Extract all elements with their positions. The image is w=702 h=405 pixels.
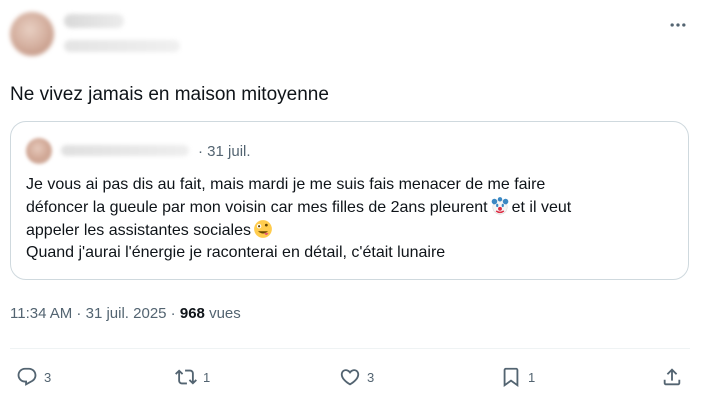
retweet-count: 1 — [203, 369, 211, 385]
like-count: 3 — [367, 369, 375, 385]
views-label: vues — [209, 305, 241, 322]
quote-date[interactable]: · 31 juil. — [198, 143, 251, 160]
avatar[interactable] — [10, 12, 54, 56]
tweet: Ne vivez jamais en maison mitoyenne · 31… — [0, 0, 702, 405]
quote-author[interactable] — [61, 145, 189, 156]
zany-face-emoji — [254, 220, 272, 238]
author-name[interactable] — [64, 14, 124, 28]
retweet-icon — [175, 369, 197, 385]
bookmark-count: 1 — [528, 369, 536, 385]
quote-avatar[interactable] — [26, 138, 52, 164]
tweet-date[interactable]: 31 juil. 2025 — [86, 305, 167, 322]
meta-separator: · — [72, 305, 86, 322]
share-icon — [663, 368, 681, 386]
divider — [10, 348, 690, 349]
heart-icon — [340, 369, 360, 386]
retweet-button[interactable]: 1 — [175, 363, 210, 391]
views-count: 968 — [179, 305, 205, 322]
quote-text: Je vous ai pas dis au fait, mais mardi j… — [26, 174, 676, 264]
quote-line-3-text: appeler les assistantes sociales — [26, 222, 252, 239]
author-handle[interactable] — [64, 40, 180, 52]
tweet-text: Ne vivez jamais en maison mitoyenne — [10, 84, 329, 105]
meta-separator: · — [166, 305, 180, 322]
quote-line-2-start: défoncer la gueule par mon voisin car me… — [26, 199, 488, 216]
clown-face-emoji — [491, 197, 508, 215]
quoted-tweet[interactable]: · 31 juil. Je vous ai pas dis au fait, m… — [10, 121, 689, 280]
bookmark-icon — [503, 367, 519, 388]
more-horizontal-icon[interactable] — [663, 14, 693, 36]
reply-icon — [17, 367, 37, 386]
tweet-meta: 11:34 AM · 31 juil. 2025 · 968 vues — [10, 305, 241, 322]
share-button[interactable] — [661, 363, 683, 391]
reply-count: 3 — [44, 369, 52, 385]
quote-line-3: appeler les assistantes sociales — [26, 219, 676, 242]
reply-button[interactable]: 3 — [16, 363, 51, 391]
like-button[interactable]: 3 — [339, 363, 374, 391]
quote-line-2-end: et il veut — [511, 199, 572, 216]
quote-line-1: Je vous ai pas dis au fait, mais mardi j… — [26, 176, 546, 193]
quote-line-4: Quand j'aurai l'énergie je raconterai en… — [26, 244, 446, 261]
tweet-time[interactable]: 11:34 AM — [10, 305, 72, 322]
quote-line-2: défoncer la gueule par mon voisin car me… — [26, 196, 676, 219]
bookmark-button[interactable]: 1 — [500, 363, 535, 391]
